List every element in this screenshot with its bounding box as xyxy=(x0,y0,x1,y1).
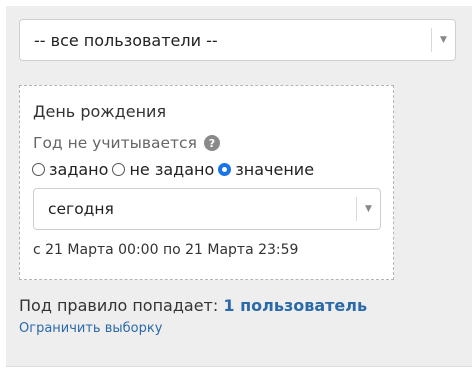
chevron-down-icon[interactable]: ▼ xyxy=(356,197,380,221)
matched-users-link[interactable]: 1 пользователь xyxy=(223,296,367,315)
condition-radio-group: задано не задано значение xyxy=(32,160,318,179)
filter-panel: -- все пользователи -- ▼ День рождения Г… xyxy=(6,6,472,367)
radio-not-set[interactable] xyxy=(112,163,126,176)
radio-option-value[interactable]: значение xyxy=(218,160,314,179)
radio-set-label: задано xyxy=(49,160,109,179)
restrict-selection-link[interactable]: Ограничить выборку xyxy=(19,321,162,336)
date-value-select[interactable]: сегодня ▼ xyxy=(33,188,381,230)
radio-value-label: значение xyxy=(235,160,315,179)
year-hint: Год не учитывается ? xyxy=(33,134,220,152)
radio-set[interactable] xyxy=(32,163,45,176)
user-group-select[interactable]: -- все пользователи -- ▼ xyxy=(19,19,456,61)
radio-option-not-set[interactable]: не задано xyxy=(112,160,214,179)
date-value-select-value: сегодня xyxy=(48,200,114,218)
date-range-text: с 21 Марта 00:00 по 21 Марта 23:59 xyxy=(33,242,299,258)
rule-title: День рождения xyxy=(33,102,167,121)
user-group-select-value: -- все пользователи -- xyxy=(34,30,218,50)
radio-not-set-label: не задано xyxy=(129,160,215,179)
birthday-rule-box: День рождения Год не учитывается ? задан… xyxy=(19,85,394,280)
radio-value[interactable] xyxy=(218,163,232,176)
help-icon[interactable]: ? xyxy=(203,135,220,151)
result-summary: Под правило попадает: 1 пользователь xyxy=(19,296,367,315)
chevron-down-icon[interactable]: ▼ xyxy=(431,28,455,52)
year-hint-text: Год не учитывается xyxy=(33,134,197,152)
radio-option-set[interactable]: задано xyxy=(32,160,108,179)
result-prefix: Под правило попадает: xyxy=(19,296,219,315)
